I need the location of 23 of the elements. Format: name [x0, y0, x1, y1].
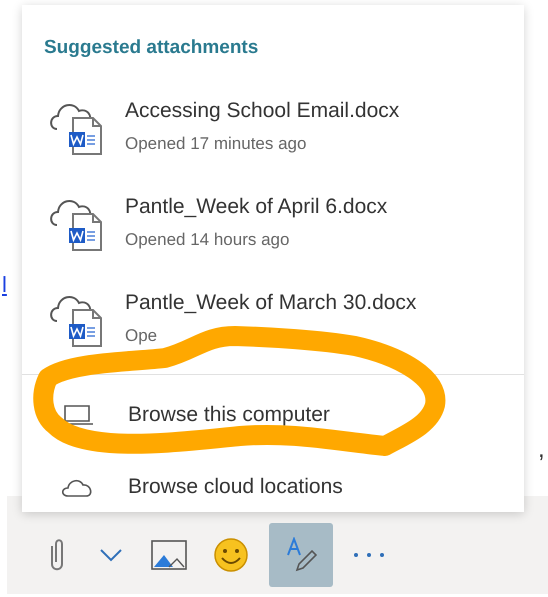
file-detail: Ope: [125, 324, 158, 346]
menu-heading: Suggested attachments: [44, 36, 258, 60]
smiley-icon: [213, 537, 249, 573]
more-icon: [353, 552, 385, 558]
body-text: ,: [538, 435, 545, 465]
format-button[interactable]: [269, 523, 333, 587]
image-icon: [151, 540, 187, 570]
browse-option[interactable]: Browse this computer: [22, 392, 524, 436]
option-label: Browse this computer: [128, 402, 330, 428]
file-name: Pantle_Week of April 6.docx: [125, 194, 388, 220]
browse-option[interactable]: Browse cloud locations: [22, 464, 524, 508]
paperclip-icon: [48, 538, 66, 572]
file-detail: Opened 17 minutes ago: [125, 132, 306, 154]
file-detail: Opened 14 hours ago: [125, 228, 290, 250]
attachment-item[interactable]: Pantle_Week of April 6.docx Opened 14 hours ago: [22, 184, 524, 260]
option-label: Browse cloud locations: [128, 474, 343, 500]
file-name: Pantle_Week of March 30.docx: [125, 290, 416, 316]
text-pen-icon: [285, 537, 317, 573]
file-name: Accessing School Email.docx: [125, 98, 400, 124]
link-text[interactable]: l: [2, 268, 7, 301]
attachment-item[interactable]: Accessing School Email.docx Opened 17 minutes ago: [22, 88, 524, 164]
attachment-item[interactable]: Pantle_Week of March 30.docx Ope: [22, 280, 524, 356]
chevron-down-icon: [99, 548, 123, 562]
